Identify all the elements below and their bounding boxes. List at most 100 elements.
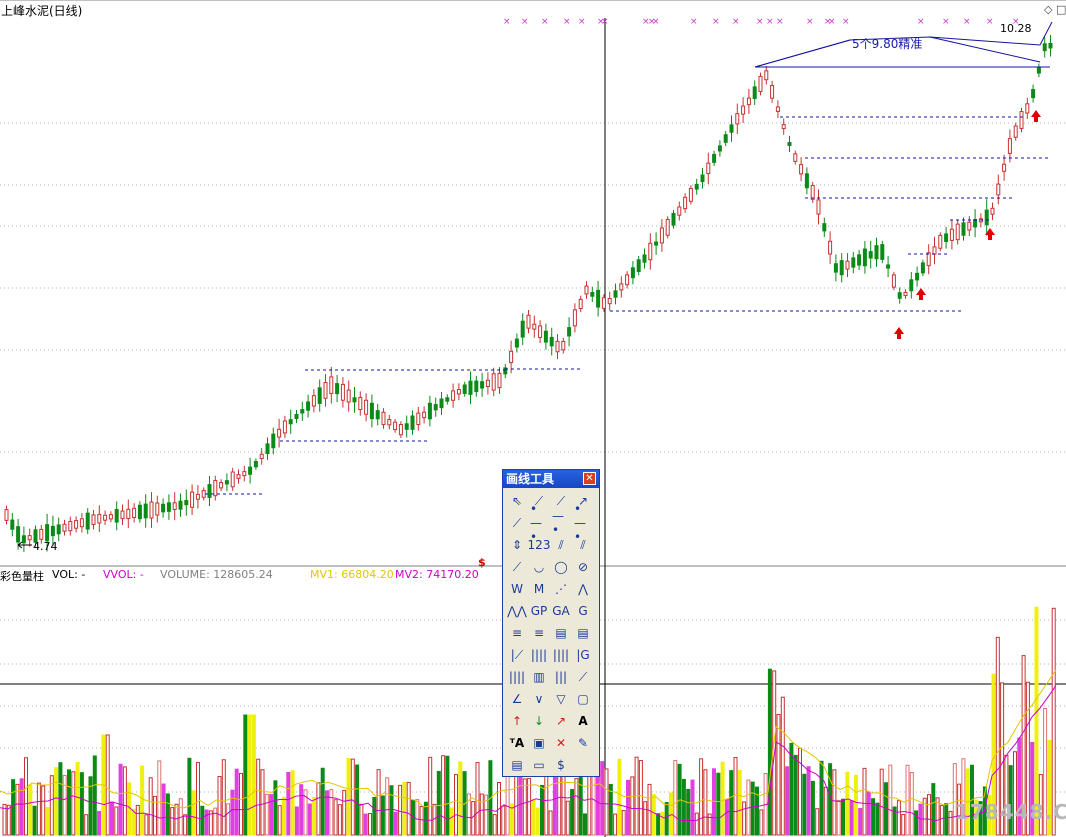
- volume-bar: [909, 772, 914, 836]
- arc-tool[interactable]: ◡: [529, 557, 549, 577]
- volume-bar: [191, 790, 196, 836]
- volume-bar: [97, 811, 102, 836]
- horizontal-segment-tool[interactable]: •—•: [529, 502, 549, 544]
- pointer-tool[interactable]: ⇖: [507, 491, 527, 511]
- volume-bar: [290, 770, 295, 836]
- ray-tool[interactable]: ⟋: [507, 513, 527, 533]
- pen-tool[interactable]: ✎: [573, 733, 593, 753]
- volume-bar: [651, 794, 656, 836]
- volume-bar: [935, 797, 940, 836]
- arrow-tool[interactable]: ↗: [551, 711, 571, 731]
- volume-bar: [862, 767, 867, 836]
- period-line-tool[interactable]: ||||: [529, 645, 549, 665]
- delete-tool[interactable]: ✕: [551, 733, 571, 753]
- list-tool[interactable]: ▤: [507, 755, 527, 775]
- up-arrow-tool[interactable]: ↑: [507, 711, 527, 731]
- candle: [4, 505, 9, 525]
- time-g-tool[interactable]: |G: [573, 645, 593, 665]
- peak-tool[interactable]: M: [529, 579, 549, 599]
- candle: [526, 310, 531, 334]
- volume-bar: [45, 807, 50, 836]
- volume-bar: [767, 668, 772, 836]
- multi-line-tool[interactable]: |||: [551, 667, 571, 687]
- channel-tool[interactable]: ⫽: [573, 535, 593, 555]
- volume-bar: [927, 794, 931, 836]
- vertical-line-tool[interactable]: ⇕: [507, 535, 527, 555]
- price-label-tool[interactable]: 123: [528, 535, 551, 555]
- percent-tool[interactable]: ≡: [529, 623, 549, 643]
- toolbox-title-bar[interactable]: 画线工具 ✕: [503, 470, 599, 488]
- drawing-toolbox[interactable]: 画线工具 ✕ ⇖ ⟋ ⟋ ↗ ⟋ •—• —• •—• ⇕ 123 ⫽ ⫽ ⟋ ◡ ◯ ⊘ W M ⋰ ⋀ ⋀⋀ GP GA…: [502, 469, 600, 777]
- horizontal-line-tool[interactable]: —•: [551, 509, 571, 537]
- zigzag-tool[interactable]: ⋀: [573, 579, 593, 599]
- candle: [520, 313, 525, 346]
- window-icons[interactable]: ◇ □: [1044, 3, 1066, 16]
- volume-bar: [759, 809, 764, 836]
- volume-bar: [841, 798, 845, 836]
- ga-tool[interactable]: GA: [551, 601, 571, 621]
- angle-tool[interactable]: ∠: [507, 689, 527, 709]
- candle: [758, 72, 763, 96]
- volume-bar: [337, 804, 342, 836]
- signal-marker: ×: [521, 17, 529, 27]
- hide-tool[interactable]: ▣: [529, 733, 549, 753]
- trend-tool[interactable]: ⋰: [551, 579, 571, 599]
- horizontal-ray-tool[interactable]: •—•: [573, 502, 593, 544]
- volume-bar: [471, 801, 476, 836]
- candle: [242, 465, 247, 482]
- candle: [630, 261, 635, 285]
- candle: [839, 253, 844, 283]
- square-time-tool[interactable]: ▥: [529, 667, 549, 687]
- text-tool[interactable]: A: [573, 711, 593, 731]
- candle: [654, 232, 659, 255]
- volume-bar: [608, 783, 613, 836]
- candle: [862, 241, 867, 274]
- volume-bar: [110, 801, 114, 836]
- fibonacci-tool[interactable]: ≡: [507, 623, 527, 643]
- candle: [572, 303, 577, 333]
- line-tool[interactable]: ⟋: [551, 491, 571, 511]
- text-annotate-tool[interactable]: ᵀA: [507, 733, 527, 753]
- dollar-tool[interactable]: $: [551, 755, 571, 775]
- parallel-line-tool[interactable]: ⫽: [551, 535, 571, 555]
- bar-tool[interactable]: ||||: [507, 667, 527, 687]
- candle: [903, 289, 908, 299]
- toolbox-title: 画线工具: [506, 472, 555, 486]
- candle: [584, 281, 589, 299]
- volume-bar: [479, 793, 484, 836]
- candle: [920, 259, 925, 277]
- candle: [880, 240, 885, 264]
- gann-tool[interactable]: ▤: [573, 623, 593, 643]
- tool-grid: ⇖ ⟋ ⟋ ↗ ⟋ •—• —• •—• ⇕ 123 ⫽ ⫽ ⟋ ◡ ◯ ⊘ W M ⋰ ⋀ ⋀⋀ GP GA G ≡ ≡ ▤ ▤ |⟋…: [503, 488, 599, 777]
- volume-bar: [845, 771, 850, 836]
- fan-tool[interactable]: ⟋: [573, 667, 593, 687]
- cycle-tool[interactable]: ⋀⋀: [507, 601, 527, 621]
- close-icon[interactable]: ✕: [583, 472, 596, 485]
- volume-bar: [312, 796, 317, 836]
- candle: [1002, 154, 1007, 181]
- fib-time-tool[interactable]: ||||: [551, 645, 571, 665]
- g-tool[interactable]: G: [573, 601, 593, 621]
- circle-tool[interactable]: ◯: [551, 557, 571, 577]
- volume-bar: [320, 767, 325, 836]
- speed-tool[interactable]: ▤: [551, 623, 571, 643]
- rectangle-tool[interactable]: ▢: [573, 689, 593, 709]
- candle: [990, 202, 995, 220]
- wave-tool[interactable]: W: [507, 579, 527, 599]
- down-angle-tool[interactable]: ∨: [529, 689, 549, 709]
- ellipse-tool[interactable]: ⊘: [573, 557, 593, 577]
- gp-tool[interactable]: GP: [529, 601, 549, 621]
- volume-bar: [428, 756, 433, 836]
- ruler-tool[interactable]: ▭: [529, 755, 549, 775]
- candle: [607, 291, 612, 311]
- down-arrow-tool[interactable]: ↓: [529, 711, 549, 731]
- signal-marker: ×: [712, 17, 720, 27]
- volume-bar: [122, 766, 127, 836]
- signal-marker: ×: [601, 17, 609, 27]
- time-line-tool[interactable]: |⟋: [507, 645, 527, 665]
- regression-tool[interactable]: ⟋: [507, 557, 527, 577]
- candle: [346, 380, 351, 412]
- volume-bar: [540, 784, 544, 836]
- candle: [462, 381, 467, 397]
- triangle-tool[interactable]: ▽: [551, 689, 571, 709]
